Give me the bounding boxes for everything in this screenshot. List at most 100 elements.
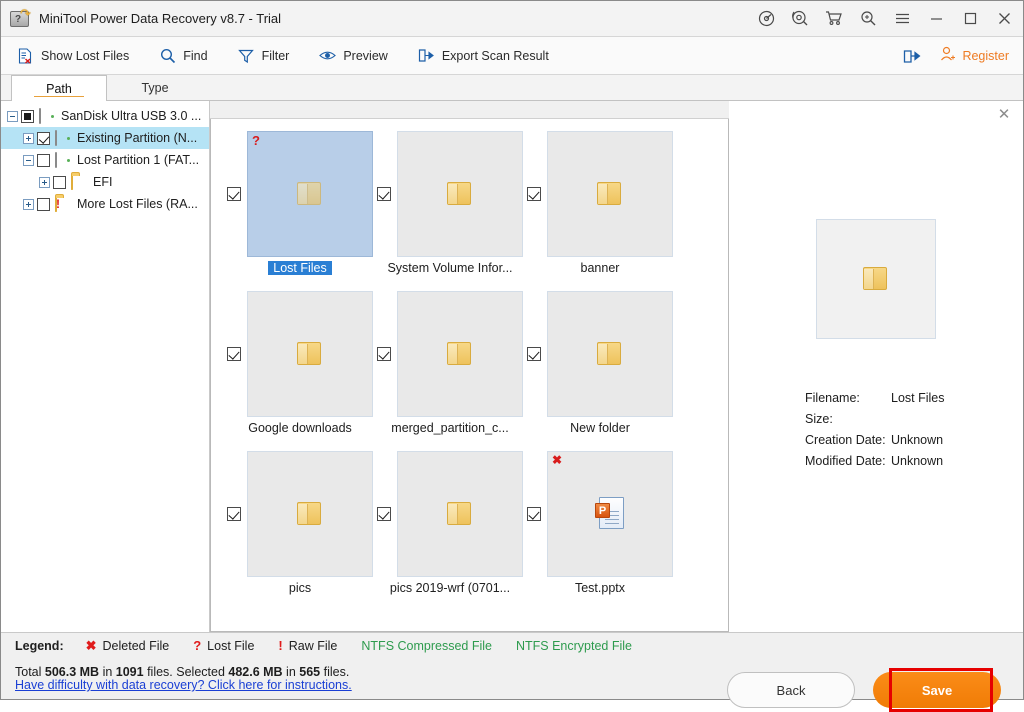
back-button[interactable]: Back <box>727 672 855 708</box>
file-checkbox[interactable] <box>227 347 241 361</box>
export-scan-result-button[interactable]: Export Scan Result <box>416 44 551 67</box>
expand-toggle-icon[interactable] <box>23 132 34 144</box>
tree-checkbox[interactable] <box>21 109 34 123</box>
show-lost-files-button[interactable]: Show Lost Files <box>15 44 131 67</box>
close-button[interactable] <box>987 2 1021 36</box>
tab-type[interactable]: Type <box>107 75 203 100</box>
tree-checkbox[interactable] <box>37 153 50 167</box>
help-link[interactable]: Have difficulty with data recovery? Clic… <box>15 678 352 692</box>
folder-icon <box>597 182 623 206</box>
tree-item-existing-partition[interactable]: Existing Partition (N... <box>1 127 209 149</box>
show-lost-files-label: Show Lost Files <box>41 48 130 63</box>
preview-field-size: Size: <box>805 412 1023 426</box>
status-total-prefix: Total <box>15 665 45 679</box>
status-total-suffix: files. <box>143 665 177 679</box>
legend-item-ntfs-encrypted: NTFS Encrypted File <box>515 638 632 653</box>
status-total-files: 1091 <box>115 665 144 679</box>
file-checkbox[interactable] <box>527 347 541 361</box>
search-magnifier-icon[interactable] <box>851 2 885 36</box>
legend-item-label: Lost File <box>207 638 255 653</box>
maximize-button[interactable] <box>953 2 987 36</box>
file-tile[interactable]: Google downloads <box>225 291 375 441</box>
tree-checkbox[interactable] <box>37 197 50 211</box>
file-name-label: pics 2019-wrf (0701... <box>389 581 511 595</box>
export-arrow-icon <box>418 47 435 64</box>
tab-bar: Path Type <box>1 75 1023 101</box>
preview-label: Preview <box>343 48 388 63</box>
status-total-mid: in <box>99 665 116 679</box>
main-content: SanDisk Ultra USB 3.0 ... Existing Parti… <box>1 101 1023 632</box>
scan-disc-icon[interactable] <box>749 2 783 36</box>
file-tile[interactable]: P ✖ Test.pptx <box>525 451 675 601</box>
toolbar: Show Lost Files Find Filter Preview Expo… <box>1 37 1023 75</box>
minimize-button[interactable] <box>919 2 953 36</box>
find-button[interactable]: Find <box>157 44 209 67</box>
file-tile-list: ? Lost Files System Volume Infor... banner G… <box>211 119 728 611</box>
file-tile[interactable]: banner <box>525 131 675 281</box>
file-checkbox[interactable] <box>377 187 391 201</box>
find-label: Find <box>183 48 208 63</box>
preview-field-modified-date: Modified Date: Unknown <box>805 454 1023 468</box>
legend-item-deleted: ✖ Deleted File <box>86 638 170 654</box>
file-checkbox[interactable] <box>227 187 241 201</box>
file-tile[interactable]: System Volume Infor... <box>375 131 525 281</box>
share-arrow-icon[interactable] <box>903 48 922 64</box>
toolbar-right-group: Register <box>903 46 1023 65</box>
deleted-file-badge-icon: ✖ <box>552 453 563 467</box>
funnel-icon <box>238 47 255 64</box>
file-checkbox[interactable] <box>527 187 541 201</box>
preview-field-key: Filename: <box>805 391 860 405</box>
cart-icon[interactable] <box>817 2 851 36</box>
collapse-toggle-icon[interactable] <box>7 110 18 122</box>
eye-icon <box>319 47 337 64</box>
file-checkbox[interactable] <box>227 507 241 521</box>
powerpoint-icon: P <box>595 497 625 531</box>
drive-icon <box>55 151 72 168</box>
folder-icon <box>71 173 88 190</box>
app-icon: ? ↷ <box>9 7 31 30</box>
file-thumbnail: P <box>547 451 673 577</box>
tree-checkbox[interactable] <box>37 131 50 145</box>
file-grid-area: ? Lost Files System Volume Infor... banner G… <box>210 101 729 632</box>
file-checkbox[interactable] <box>527 507 541 521</box>
expand-toggle-icon[interactable] <box>23 198 34 210</box>
save-button-wrapper: Save <box>873 668 1001 712</box>
filter-button[interactable]: Filter <box>236 44 292 67</box>
file-tile[interactable]: ? Lost Files <box>225 131 375 281</box>
file-name-label: banner <box>580 261 620 275</box>
tab-path[interactable]: Path <box>11 75 107 101</box>
file-tile[interactable]: pics 2019-wrf (0701... <box>375 451 525 601</box>
folder-icon <box>597 342 623 366</box>
tree-item-sandisk[interactable]: SanDisk Ultra USB 3.0 ... <box>1 105 209 127</box>
status-selected-files: 565 <box>299 665 321 679</box>
tree-item-lost-partition-1[interactable]: Lost Partition 1 (FAT... <box>1 149 209 171</box>
preview-thumbnail <box>816 219 936 339</box>
expand-toggle-icon[interactable] <box>39 176 50 188</box>
file-tile[interactable]: merged_partition_c... <box>375 291 525 441</box>
register-button[interactable]: Register <box>940 46 1009 65</box>
file-checkbox[interactable] <box>377 507 391 521</box>
application-window: ? ↷ MiniTool Power Data Recovery v8.7 - T… <box>0 0 1024 712</box>
file-name-label: Lost Files <box>225 261 375 275</box>
tree-item-more-lost-files[interactable]: ! More Lost Files (RA... <box>1 193 209 215</box>
collapse-toggle-icon[interactable] <box>23 154 34 166</box>
preview-field-creation-date: Creation Date: Unknown <box>805 433 1023 447</box>
file-name-label: Google downloads <box>248 421 352 435</box>
tree-item-efi[interactable]: EFI <box>1 171 209 193</box>
file-grid-panel[interactable]: ? Lost Files System Volume Infor... banner G… <box>210 119 729 632</box>
file-checkbox[interactable] <box>377 347 391 361</box>
save-button-label: Save <box>921 682 953 698</box>
tree-item-label: EFI <box>93 175 113 189</box>
close-icon[interactable]: ✕ <box>995 105 1013 123</box>
status-selected-size: 482.6 MB <box>228 665 283 679</box>
tree-checkbox[interactable] <box>53 175 66 189</box>
menu-hamburger-icon[interactable] <box>885 2 919 36</box>
path-tree[interactable]: SanDisk Ultra USB 3.0 ... Existing Parti… <box>1 101 210 632</box>
legend-item-label: Raw File <box>288 638 338 653</box>
preview-button[interactable]: Preview <box>317 44 389 67</box>
save-button[interactable]: Save <box>873 672 1001 708</box>
window-title: MiniTool Power Data Recovery v8.7 - Tria… <box>39 11 282 26</box>
file-tile[interactable]: New folder <box>525 291 675 441</box>
support-headset-icon[interactable] <box>783 2 817 36</box>
file-tile[interactable]: pics <box>225 451 375 601</box>
